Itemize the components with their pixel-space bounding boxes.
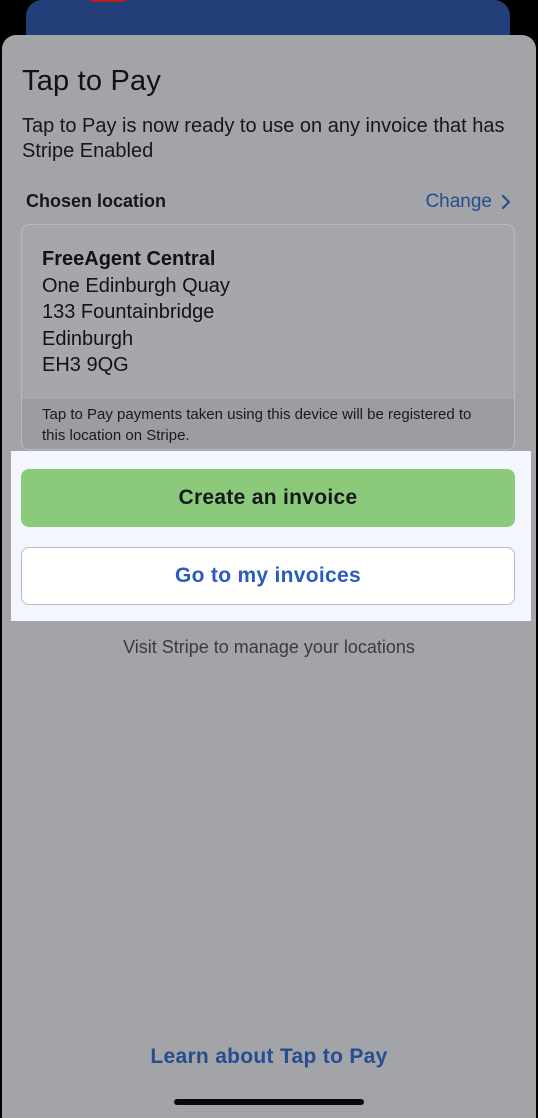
- create-invoice-button[interactable]: Create an invoice: [21, 469, 515, 527]
- location-note: Tap to Pay payments taken using this dev…: [42, 406, 472, 444]
- tap-to-pay-sheet: Tap to Pay Tap to Pay is now ready to us…: [2, 35, 536, 1118]
- location-name: FreeAgent Central: [42, 248, 216, 270]
- address-line: 133 Fountainbridge: [42, 301, 215, 323]
- home-indicator: [174, 1099, 364, 1105]
- location-header-row: Chosen location Change: [26, 191, 512, 215]
- action-buttons-panel: Create an invoice Go to my invoices: [11, 451, 531, 621]
- location-heading: Chosen location: [26, 191, 167, 211]
- address-line: EH3 9QG: [42, 354, 129, 376]
- address-line: Edinburgh: [42, 327, 134, 350]
- learn-about-tap-to-pay-link[interactable]: Learn about Tap to Pay: [2, 1045, 536, 1069]
- location-address: FreeAgent Central One Edinburgh Quay 133…: [42, 246, 230, 379]
- location-note-footer: Tap to Pay payments taken using this dev…: [22, 397, 514, 449]
- visit-stripe-text: Visit Stripe to manage your locations: [123, 637, 415, 657]
- address-line: One Edinburgh Quay: [42, 274, 230, 297]
- chevron-right-icon: [501, 194, 511, 210]
- background-badge: [88, 0, 128, 2]
- go-to-invoices-button[interactable]: Go to my invoices: [21, 547, 515, 605]
- change-label: Change: [425, 191, 492, 212]
- sheet-title: Tap to Pay: [22, 65, 162, 97]
- change-location-link[interactable]: Change: [425, 191, 512, 213]
- location-card: FreeAgent Central One Edinburgh Quay 133…: [21, 224, 515, 450]
- sheet-description: Tap to Pay is now ready to use on any in…: [22, 115, 505, 162]
